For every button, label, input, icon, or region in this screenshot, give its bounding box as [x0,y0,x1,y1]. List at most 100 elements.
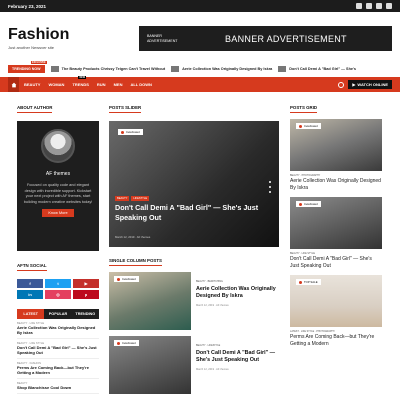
nav-item-beauty[interactable]: BEAUTY [24,82,40,87]
post-title[interactable]: Aerie Collection Was Originally Designed… [290,178,382,191]
tab-latest[interactable]: LATEST [17,309,45,319]
nav-right-actions: ▶ WATCH ONLINE [338,80,392,89]
badge-dot-icon [117,341,120,345]
watch-online-button[interactable]: ▶ WATCH ONLINE [348,80,392,89]
ticker-thumbnail [50,66,59,72]
linkedin-icon[interactable]: in [17,290,43,299]
category-tag[interactable]: LIFESTYLE [131,196,150,201]
post-categories-text: BEAUTY · LIFESTYLE [196,344,221,347]
content-area: ABOUT AUTHOR AF themes Focused on qualit… [0,103,400,400]
nav-item-run[interactable]: RUN [97,82,106,87]
list-item[interactable]: BEAUTY Shop Blanchisse Cool Down [17,379,99,394]
home-icon [11,82,16,87]
posts-slider[interactable]: Celebrated BEAUTY LIFESTYLE Don't Call D… [109,121,279,247]
tab-post-list: BEAUTY · LIFE STYLE Aerie Collection Was… [17,319,99,394]
list-item-title[interactable]: Shop Blanchisse Cool Down [17,385,99,390]
post-body: BEAUTY · LIFESTYLE Don't Call Demi A "Ba… [196,336,279,394]
ticker-thumbnail [171,66,180,72]
nav-item-trends[interactable]: NEW TRENDS [72,76,89,87]
single-column-section: SINGLE COLUMN POSTS Celebrated BEAUTY · … [109,258,279,394]
post-thumbnail[interactable]: Celebrated [109,272,191,330]
post-thumbnail[interactable]: TOP SALE [290,275,382,328]
instagram-icon[interactable]: ◎ [45,290,71,299]
home-button[interactable] [8,77,19,92]
post-title[interactable]: Don't Call Demi A "Bad Girl" — She's Jus… [196,350,279,364]
tab-trending[interactable]: TRENDING [71,309,99,319]
post-thumbnail[interactable]: Celebrated [290,197,382,250]
list-item-title[interactable]: Aerie Collection Was Originally Designed… [17,325,99,335]
top-bar: February 23, 2021 [0,0,400,12]
nav-item-woman[interactable]: WOMAN [48,82,64,87]
play-icon: ▶ [352,82,356,87]
author-avatar [41,129,75,163]
list-item[interactable]: BEAUTY · FASHION Perms Are Coming Back—b… [17,359,99,379]
grid-post[interactable]: TOP SALE LATEST · LIFE STYLE · PHOTOGRAP… [290,275,382,347]
post-thumbnail[interactable]: Celebrated [290,119,382,171]
slider-dots[interactable] [269,181,271,193]
post-title[interactable]: Don't Call Demi A "Bad Girl" — She's Jus… [290,256,382,269]
ticker-thumbnail [278,66,287,72]
twitter-icon[interactable]: t [45,279,71,288]
badge-label: Celebrated [304,202,318,207]
badge-dot-icon [299,280,302,284]
instagram-icon[interactable] [386,3,392,9]
list-item[interactable]: BEAUTY · LIFE STYLE Don't Call Demi A "B… [17,339,99,359]
badge-dot-icon [299,202,302,206]
banner-small-line2: ADVERTISEMENT [147,38,178,43]
left-sidebar: ABOUT AUTHOR AF themes Focused on qualit… [17,105,99,394]
post-tabs: LATEST POPULAR TRENDING [17,309,99,319]
post-categories: BEAUTY · LIFE STYLE [290,252,315,256]
list-item-title[interactable]: Don't Call Demi A "Bad Girl" — She's Jus… [17,345,99,355]
ticker-items: The Beauty Products Chrissy Teigen Can't… [50,66,356,72]
badge-label: Celebrated [126,130,140,134]
site-header: Fashion Just another Newsver site BANNER… [0,12,400,61]
twitter-icon[interactable] [366,3,372,9]
youtube-icon[interactable]: ▶ [73,279,99,288]
grid-post[interactable]: Celebrated BEAUTY · LIFE STYLE Don't Cal… [290,197,382,269]
post-badge: TOP SALE [296,279,321,286]
nav-item-all-down[interactable]: ALL DOWN [130,82,151,87]
post-categories: BEAUTY · BEWITCHING [196,280,279,283]
pinterest-icon[interactable]: p [73,290,99,299]
ticker-item[interactable]: Aerie Collection Was Originally Designed… [171,66,272,72]
ticker-item[interactable]: Don't Call Demi A "Bad Girl" — She's [278,66,356,72]
facebook-icon[interactable] [356,3,362,9]
slider-post-title[interactable]: Don't Call Demi A "Bad Girl" — She's Jus… [115,203,265,223]
list-item[interactable]: BEAUTY · LIFE STYLE Aerie Collection Was… [17,319,99,339]
badge-dot-icon [117,277,120,281]
badge-label: TOP SALE [304,280,318,285]
single-column-post[interactable]: Celebrated BEAUTY · LIFESTYLE Don't Call… [109,336,279,394]
post-badge: Celebrated [114,340,139,346]
badge-label: Celebrated [122,277,136,281]
post-title[interactable]: Aerie Collection Was Originally Designed… [196,286,279,300]
badge-dot-icon [299,124,302,128]
right-sidebar: POSTS GRID Celebrated BEAUTY · PHOTOGRAP… [290,105,382,348]
about-heading: ABOUT AUTHOR [17,105,53,113]
post-badge: Celebrated [296,201,321,208]
single-column-post[interactable]: Celebrated BEAUTY · BEWITCHING Aerie Col… [109,272,279,330]
category-tag[interactable]: BEAUTY [115,196,130,201]
facebook-icon[interactable]: f [17,279,43,288]
nav-item-men[interactable]: MEN [114,82,123,87]
new-tag: NEW [78,76,87,79]
post-categories: LATEST · LIFE STYLE · PHOTOGRAPHY [290,330,335,334]
banner-advertisement[interactable]: BANNER ADVERTISEMENT BANNER ADVERTISEMEN… [139,26,392,51]
post-badge: Celebrated [296,123,321,129]
post-categories: BEAUTY · LIFESTYLE [196,344,279,347]
banner-small-text: BANNER ADVERTISEMENT [139,34,191,42]
ticker-item[interactable]: The Beauty Products Chrissy Teigen Can't… [50,66,165,72]
social-grid: f t ▶ in ◎ p [17,279,99,299]
ticker-item-title: Don't Call Demi A "Bad Girl" — She's [289,67,357,71]
main-navigation: BEAUTY WOMAN NEW TRENDS RUN MEN ALL DOWN … [0,76,400,92]
post-thumbnail[interactable]: Celebrated [109,336,191,394]
trending-label: EXCLUSIVE TRENDING NOW [8,61,47,73]
list-item-title[interactable]: Perms Are Coming Back—but They're Gettin… [17,365,99,375]
search-icon[interactable] [338,81,345,88]
post-badge: Celebrated [114,276,139,282]
grid-post[interactable]: Celebrated BEAUTY · PHOTOGRAPHY Aerie Co… [290,119,382,191]
trending-ticker: EXCLUSIVE TRENDING NOW The Beauty Produc… [0,61,400,77]
tab-popular[interactable]: POPULAR [44,309,72,319]
know-more-button[interactable]: Know More [42,209,74,218]
post-title[interactable]: Perms Are Coming Back—but They're Gettin… [290,334,382,347]
youtube-icon[interactable] [376,3,382,9]
